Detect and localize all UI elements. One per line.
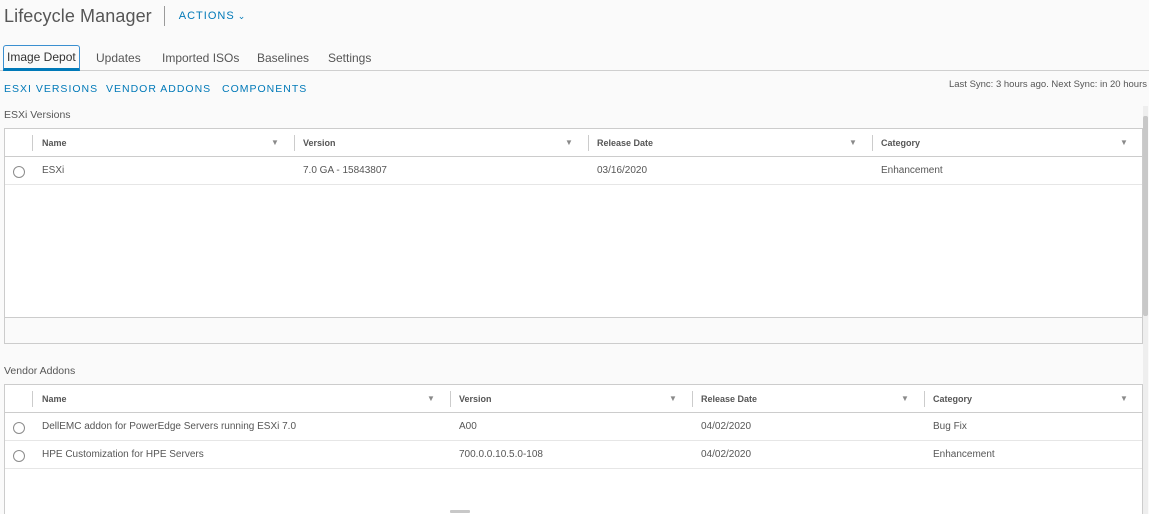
filter-icon[interactable]: ▼ [669, 385, 677, 413]
vertical-scrollbar[interactable] [1143, 106, 1148, 514]
vendor-addons-heading: Vendor Addons [4, 365, 76, 377]
tab-image-depot[interactable]: Image Depot [3, 45, 80, 71]
column-separator [32, 135, 33, 151]
cell-name: DellEMC addon for PowerEdge Servers runn… [42, 421, 297, 432]
table-row[interactable]: DellEMC addon for PowerEdge Servers runn… [5, 413, 1142, 441]
resize-handle[interactable] [450, 510, 470, 513]
column-separator [32, 391, 33, 407]
column-separator [872, 135, 873, 151]
column-header-version[interactable]: Version [459, 385, 492, 413]
column-separator [588, 135, 589, 151]
column-separator [450, 391, 451, 407]
esxi-versions-heading: ESXi Versions [4, 109, 71, 121]
cell-version: 700.0.0.10.5.0-108 [459, 449, 543, 460]
column-separator [294, 135, 295, 151]
page-title: Lifecycle Manager [4, 5, 152, 26]
filter-icon[interactable]: ▼ [901, 385, 909, 413]
column-separator [692, 391, 693, 407]
cell-category: Enhancement [933, 449, 995, 460]
cell-release-date: 04/02/2020 [701, 421, 752, 432]
sync-status: Last Sync: 3 hours ago. Next Sync: in 20… [948, 79, 1147, 90]
filter-icon[interactable]: ▼ [1120, 385, 1128, 413]
tab-imported-isos[interactable]: Imported ISOs [162, 45, 239, 71]
scrollbar-thumb[interactable] [1143, 116, 1148, 316]
cell-release-date: 04/02/2020 [701, 449, 752, 460]
column-header-category[interactable]: Category [933, 385, 972, 413]
column-header-name[interactable]: Name [42, 385, 67, 413]
title-divider [163, 6, 165, 26]
column-header-category[interactable]: Category [881, 129, 920, 157]
row-select-radio[interactable] [13, 422, 25, 434]
column-header-name[interactable]: Name [42, 129, 67, 157]
filter-icon[interactable]: ▼ [427, 385, 435, 413]
tab-settings[interactable]: Settings [328, 45, 371, 71]
filter-icon[interactable]: ▼ [271, 129, 279, 157]
grid-footer [5, 317, 1142, 343]
filter-icon[interactable]: ▼ [849, 129, 857, 157]
tab-baselines[interactable]: Baselines [257, 45, 309, 71]
cell-category: Bug Fix [933, 421, 967, 432]
esxi-versions-grid: Name ▼ Version ▼ Release Date ▼ Category… [4, 128, 1143, 344]
column-header-release-date[interactable]: Release Date [701, 385, 757, 413]
filter-icon[interactable]: ▼ [1120, 129, 1128, 157]
esxi-versions-link[interactable]: ESXI VERSIONS [4, 83, 98, 95]
cell-version: 7.0 GA - 15843807 [303, 165, 387, 176]
tab-bar: Image Depot Updates Imported ISOs Baseli… [0, 42, 1149, 71]
cell-name: ESXi [42, 165, 65, 176]
tab-updates[interactable]: Updates [96, 45, 141, 71]
components-link[interactable]: COMPONENTS [222, 83, 307, 95]
row-select-radio[interactable] [13, 166, 25, 178]
grid-header: Name ▼ Version ▼ Release Date ▼ Category… [5, 129, 1142, 157]
table-row[interactable]: ESXi 7.0 GA - 15843807 03/16/2020 Enhanc… [5, 157, 1142, 185]
actions-label: ACTIONS [178, 10, 235, 22]
actions-menu-button[interactable]: ACTIONS ⌄ [179, 10, 246, 22]
filter-icon[interactable]: ▼ [565, 129, 573, 157]
row-select-radio[interactable] [13, 450, 25, 462]
column-header-version[interactable]: Version [303, 129, 336, 157]
header: Lifecycle Manager ACTIONS ⌄ [4, 4, 246, 28]
table-row[interactable]: HPE Customization for HPE Servers 700.0.… [5, 441, 1142, 469]
column-separator [924, 391, 925, 407]
cell-category: Enhancement [881, 165, 943, 176]
cell-name: HPE Customization for HPE Servers [42, 449, 204, 460]
vendor-addons-link[interactable]: VENDOR ADDONS [106, 83, 211, 95]
grid-header: Name ▼ Version ▼ Release Date ▼ Category… [5, 385, 1142, 413]
cell-release-date: 03/16/2020 [597, 165, 648, 176]
vendor-addons-grid: Name ▼ Version ▼ Release Date ▼ Category… [4, 384, 1143, 514]
column-header-release-date[interactable]: Release Date [597, 129, 653, 157]
chevron-down-icon: ⌄ [237, 10, 247, 21]
cell-version: A00 [459, 421, 477, 432]
